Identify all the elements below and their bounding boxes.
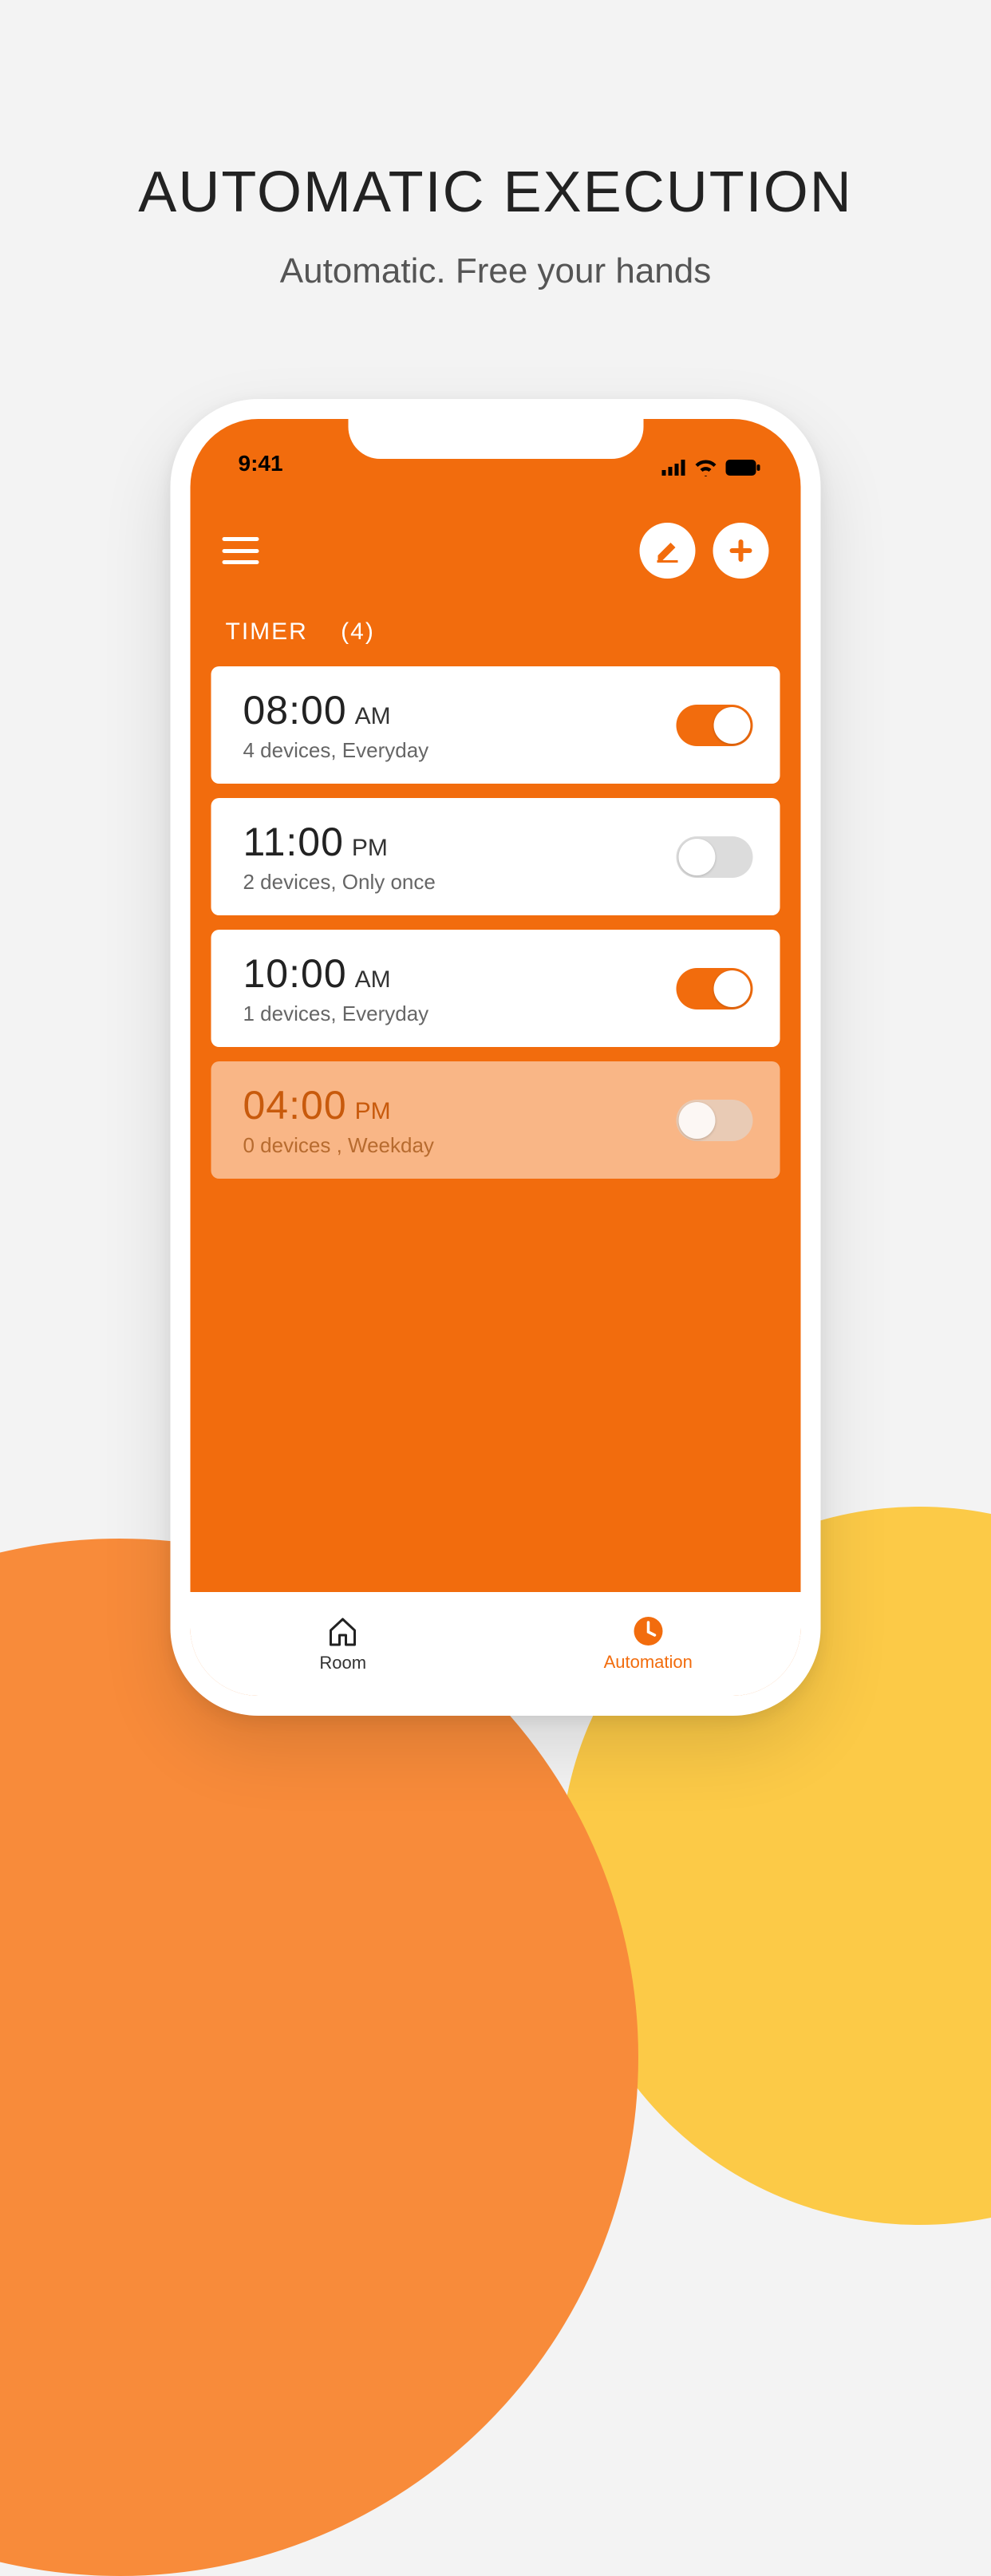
timer-time: 10:00 xyxy=(243,950,347,997)
timer-card[interactable]: 04:00 PM 0 devices , Weekday xyxy=(211,1061,780,1179)
section-label: TIMER xyxy=(226,618,308,645)
timer-list: 08:00 AM 4 devices, Everyday 11:00 PM 2 devic… xyxy=(191,666,801,1179)
timer-time-row: 08:00 AM xyxy=(243,687,429,733)
timer-ampm: AM xyxy=(355,966,391,994)
timer-time: 11:00 xyxy=(243,819,344,865)
timer-subline: 0 devices , Weekday xyxy=(243,1133,434,1158)
hero-subtitle: Automatic. Free your hands xyxy=(0,251,991,291)
app-header xyxy=(191,483,801,603)
hero-title: AUTOMATIC EXECUTION xyxy=(0,160,991,225)
edit-button[interactable] xyxy=(640,523,696,579)
timer-info: 10:00 AM 1 devices, Everyday xyxy=(243,950,429,1026)
timer-time: 08:00 xyxy=(243,687,347,733)
timer-time-row: 04:00 PM xyxy=(243,1082,434,1128)
status-icons xyxy=(662,459,761,476)
timer-subline: 4 devices, Everyday xyxy=(243,738,429,763)
timer-time: 04:00 xyxy=(243,1082,347,1128)
cellular-icon xyxy=(662,460,686,476)
header-actions xyxy=(640,523,769,579)
nav-room[interactable]: Room xyxy=(191,1592,496,1696)
timer-ampm: PM xyxy=(355,1098,391,1125)
status-time: 9:41 xyxy=(239,451,283,476)
timer-toggle[interactable] xyxy=(677,1100,753,1141)
clock-icon xyxy=(632,1615,664,1647)
timer-card[interactable]: 10:00 AM 1 devices, Everyday xyxy=(211,930,780,1047)
phone-notch xyxy=(348,419,643,459)
nav-room-label: Room xyxy=(319,1653,366,1673)
timer-info: 08:00 AM 4 devices, Everyday xyxy=(243,687,429,763)
timer-toggle[interactable] xyxy=(677,836,753,878)
timer-subline: 1 devices, Everyday xyxy=(243,1002,429,1026)
battery-icon xyxy=(726,460,761,476)
timer-toggle[interactable] xyxy=(677,968,753,1009)
phone-screen: 9:41 TIMER (4) xyxy=(191,419,801,1696)
toggle-knob xyxy=(679,839,716,875)
section-title: TIMER (4) xyxy=(191,603,801,666)
timer-card[interactable]: 11:00 PM 2 devices, Only once xyxy=(211,798,780,915)
timer-info: 04:00 PM 0 devices , Weekday xyxy=(243,1082,434,1158)
timer-time-row: 10:00 AM xyxy=(243,950,429,997)
menu-icon[interactable] xyxy=(223,537,259,564)
toggle-knob xyxy=(679,1102,716,1139)
timer-toggle[interactable] xyxy=(677,705,753,746)
nav-automation-label: Automation xyxy=(604,1652,693,1673)
nav-automation[interactable]: Automation xyxy=(496,1592,801,1696)
timer-time-row: 11:00 PM xyxy=(243,819,436,865)
toggle-knob xyxy=(714,970,751,1007)
timer-ampm: PM xyxy=(352,835,388,862)
timer-ampm: AM xyxy=(355,703,391,730)
section-count: (4) xyxy=(341,618,375,645)
toggle-knob xyxy=(714,707,751,744)
phone-frame: 9:41 TIMER (4) xyxy=(171,399,821,1716)
bottom-nav: Room Automation xyxy=(191,1592,801,1696)
home-icon xyxy=(326,1614,360,1648)
wifi-icon xyxy=(694,459,718,476)
pencil-icon xyxy=(653,536,682,565)
timer-card[interactable]: 08:00 AM 4 devices, Everyday xyxy=(211,666,780,784)
timer-subline: 2 devices, Only once xyxy=(243,870,436,895)
plus-icon xyxy=(725,535,757,567)
add-button[interactable] xyxy=(713,523,769,579)
timer-info: 11:00 PM 2 devices, Only once xyxy=(243,819,436,895)
